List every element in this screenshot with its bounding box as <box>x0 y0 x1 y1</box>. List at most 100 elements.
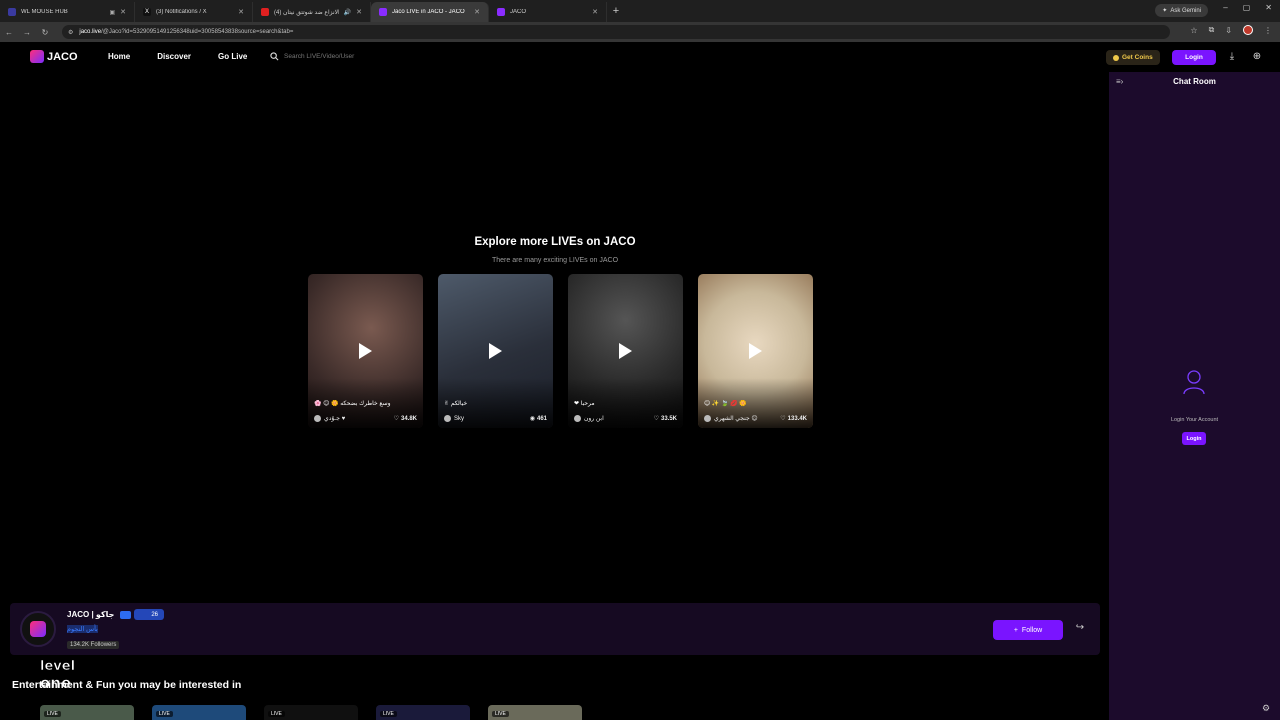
url-host: jaco.live <box>79 29 102 35</box>
play-icon[interactable] <box>749 343 762 359</box>
streamer-avatar[interactable] <box>20 611 56 647</box>
close-window-icon[interactable]: ✕ <box>1265 3 1272 12</box>
section-title: Entertainment & Fun you may be intereste… <box>12 679 242 691</box>
close-tab-icon[interactable]: ✕ <box>474 8 480 16</box>
browser-tab[interactable]: X (3) Notifications / X ✕ <box>135 2 253 22</box>
coin-icon <box>1113 54 1119 61</box>
globe-icon[interactable]: ⊕ <box>1250 51 1264 65</box>
close-tab-icon[interactable]: ✕ <box>120 8 126 16</box>
live-card[interactable]: وسع خاطرك بضحكه 🌼 😊 🌸 جـوُدي ♥ ♡ 34.8K <box>308 274 423 428</box>
browser-tab[interactable]: WL MOUSE HUB ▣ ✕ <box>0 2 135 22</box>
card-footer: جـوُدي ♥ ♡ 34.8K <box>314 415 417 422</box>
ask-gemini-button[interactable]: ✦ Ask Gemini <box>1155 4 1208 17</box>
download-icon[interactable]: ⤓ <box>1225 51 1239 65</box>
user-avatar <box>704 415 711 422</box>
card-user: جنجي الشهري 😊 <box>714 416 758 422</box>
user-avatar <box>444 415 451 422</box>
forward-icon[interactable]: → <box>18 28 36 37</box>
speaker-icon[interactable]: 🔊 <box>344 9 351 16</box>
card-views: 461 <box>536 415 547 422</box>
url-field[interactable]: ⚙ jaco.live/@Jaco?id=53290951491256348ui… <box>62 25 1170 39</box>
streamer-subtitle: بأس النجوم <box>67 625 98 633</box>
card-user: Sky <box>454 415 465 422</box>
login-prompt: Login Your Account <box>1170 417 1219 423</box>
site-header: JACO Home Discover Go Live Search LIVE/V… <box>0 42 1280 72</box>
toolbar-icons: ☆ ⧉ ⇩ ⋮ <box>1190 25 1272 35</box>
jaco-favicon-icon <box>497 8 505 16</box>
card-caption: خيالكم ✌ <box>444 401 468 407</box>
jaco-logo[interactable]: JACO <box>30 50 78 63</box>
jaco-logo-icon <box>30 50 44 63</box>
recommended-live-card[interactable]: LIVE <box>40 705 134 720</box>
streamer-name: JACO | جاكو <box>67 610 115 619</box>
card-views: 133.4K <box>787 415 807 422</box>
back-icon[interactable]: ← <box>0 28 18 37</box>
downloads-icon[interactable]: ⇩ <box>1225 26 1232 35</box>
play-icon[interactable] <box>489 343 502 359</box>
share-icon[interactable]: ↪ <box>1072 622 1088 638</box>
tab-title: (3) Notifications / X <box>156 9 207 15</box>
tab-title: WL MOUSE HUB <box>21 9 68 15</box>
kebab-menu-icon[interactable]: ⋮ <box>1264 26 1272 35</box>
live-card[interactable]: 😊 ✨ 🍃 💋 🌼 جنجي الشهري 😊 ♡ 133.4K <box>698 274 813 428</box>
new-tab-icon[interactable]: + <box>607 5 625 17</box>
nav-discover[interactable]: Discover <box>157 52 191 61</box>
live-badge: LIVE <box>492 711 509 717</box>
browser-tab[interactable]: JACO ✕ <box>489 2 607 22</box>
login-button[interactable]: Login <box>1172 50 1216 65</box>
card-user: ابن رون <box>584 416 604 422</box>
recommended-live-card[interactable]: LIVE <box>152 705 246 720</box>
card-footer: جنجي الشهري 😊 ♡ 133.4K <box>704 415 807 422</box>
site-info-icon[interactable]: ⚙ <box>68 29 73 36</box>
follow-label: Follow <box>1021 626 1043 634</box>
card-footer: Sky ◉ 461 <box>444 415 547 422</box>
x-logo-icon: X <box>143 8 151 16</box>
get-coins-label: Get Coins <box>1122 54 1153 61</box>
nav-home[interactable]: Home <box>108 52 130 61</box>
heart-icon: ♡ <box>780 416 786 422</box>
ask-gemini-label: Ask Gemini <box>1170 7 1201 14</box>
followers-count: 134.2K Followers <box>67 641 120 649</box>
browser-tab[interactable]: (4) ليم الانزاع ضد شوتتق نيتان 🔊 ✕ <box>253 2 371 22</box>
streamer-info-bar: JACO | جاكو 26 بأس النجوم 134.2K Followe… <box>10 603 1100 655</box>
maximize-icon[interactable]: ▢ <box>1243 3 1251 12</box>
close-tab-icon[interactable]: ✕ <box>592 8 598 16</box>
jaco-favicon-icon <box>379 8 387 16</box>
user-avatar <box>574 415 581 422</box>
verified-badge-icon <box>120 611 131 619</box>
profile-avatar[interactable] <box>1243 25 1253 35</box>
recommended-live-card[interactable]: LIVE <box>488 705 582 720</box>
recommended-live-card[interactable]: LIVE <box>376 705 470 720</box>
tab-title: (4) ليم الانزاع ضد شوتتق نيتان <box>274 9 339 16</box>
live-badge: LIVE <box>268 711 285 717</box>
chat-room-title: Chat Room <box>1173 77 1216 86</box>
recommended-live-card[interactable]: LIVE <box>264 705 358 720</box>
close-tab-icon[interactable]: ✕ <box>238 8 244 16</box>
level-badge: 26 <box>134 609 164 620</box>
play-icon[interactable] <box>359 343 372 359</box>
explore-title: Explore more LIVEs on JACO <box>474 236 636 248</box>
play-icon[interactable] <box>619 343 632 359</box>
tab-title: JACO <box>510 9 527 15</box>
tab-favicon <box>8 8 16 16</box>
browser-tab-bar: WL MOUSE HUB ▣ ✕ X (3) Notifications / X… <box>0 0 1280 22</box>
bookmark-star-icon[interactable]: ☆ <box>1190 26 1197 35</box>
chat-login-button[interactable]: Login <box>1182 432 1206 445</box>
reload-icon[interactable]: ↻ <box>36 28 54 37</box>
settings-gear-icon[interactable]: ⚙ <box>1262 703 1270 714</box>
search-icon <box>270 52 279 61</box>
extensions-icon[interactable]: ⧉ <box>1209 25 1215 35</box>
live-card[interactable]: مرحبا ❤ ابن رون ♡ 33.5K <box>568 274 683 428</box>
live-badge: LIVE <box>156 711 173 717</box>
minimize-icon[interactable]: – <box>1223 3 1227 12</box>
browser-tab-active[interactable]: Jaco LIVE in JACO - JACO ✕ <box>371 2 489 22</box>
gemini-icon: ✦ <box>1162 8 1168 14</box>
main-nav: Home Discover Go Live <box>108 52 247 61</box>
get-coins-button[interactable]: Get Coins <box>1106 50 1160 65</box>
live-card[interactable]: خيالكم ✌ Sky ◉ 461 <box>438 274 553 428</box>
logo-text: JACO <box>47 50 78 63</box>
close-tab-icon[interactable]: ✕ <box>356 8 362 16</box>
nav-go-live[interactable]: Go Live <box>218 52 247 61</box>
follow-button[interactable]: + Follow <box>993 620 1063 640</box>
search-input[interactable]: Search LIVE/Video/User <box>270 52 354 61</box>
